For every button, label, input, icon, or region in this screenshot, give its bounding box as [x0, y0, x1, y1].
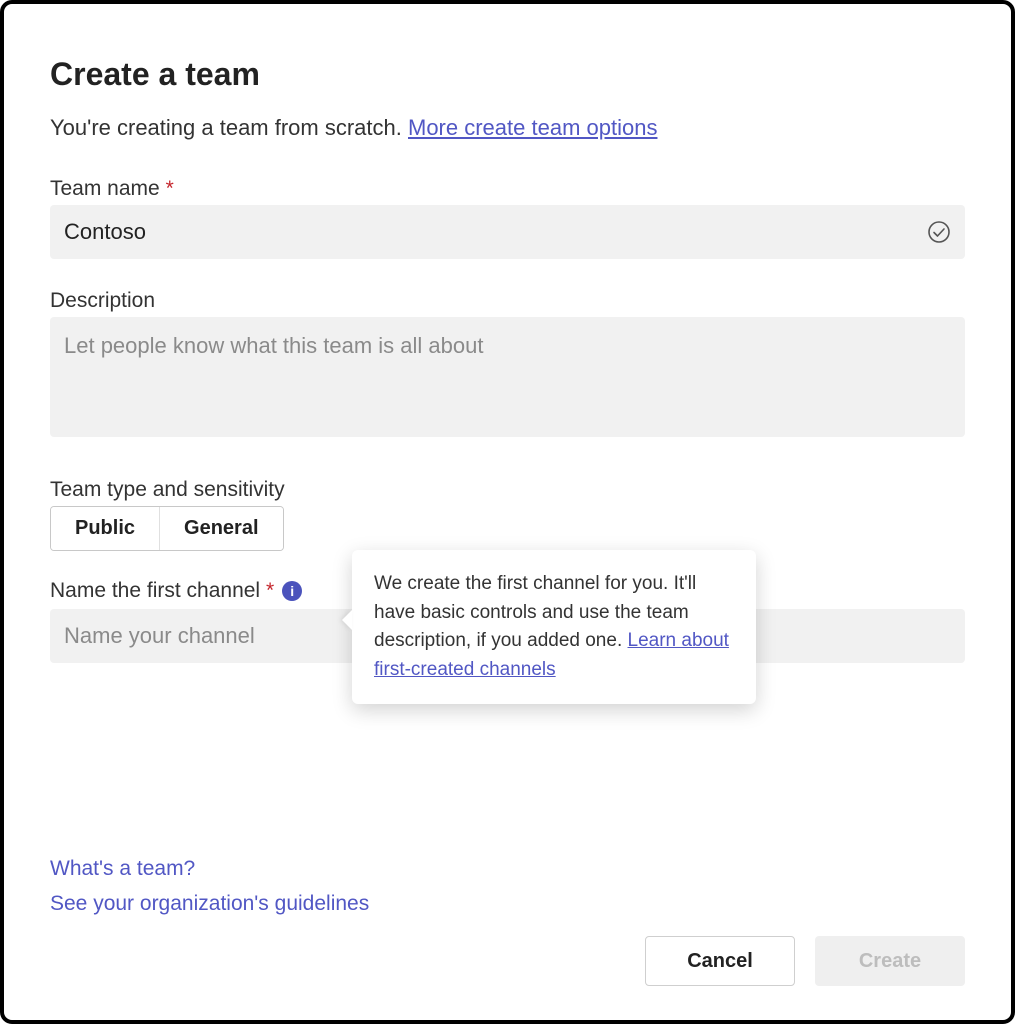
first-channel-label-text: Name the first channel	[50, 579, 260, 602]
info-icon[interactable]: i	[282, 581, 302, 601]
team-name-input[interactable]	[50, 205, 965, 259]
required-marker: *	[266, 579, 274, 602]
footer-links: What's a team? See your organization's g…	[50, 851, 369, 922]
description-input[interactable]	[50, 317, 965, 437]
description-field-wrap	[50, 317, 965, 442]
type-sensitivity-segmented: Public General	[50, 506, 284, 551]
org-guidelines-link[interactable]: See your organization's guidelines	[50, 886, 369, 922]
dialog-button-row: Cancel Create	[645, 936, 965, 986]
create-team-dialog: Create a team You're creating a team fro…	[0, 0, 1015, 1024]
first-channel-label: Name the first channel *	[50, 579, 274, 603]
type-sensitivity-group: Team type and sensitivity Public General	[50, 478, 965, 551]
sensitivity-button[interactable]: General	[160, 507, 282, 550]
required-marker: *	[166, 177, 174, 200]
first-channel-tooltip: We create the first channel for you. It'…	[352, 550, 756, 704]
team-type-button[interactable]: Public	[51, 507, 159, 550]
type-sensitivity-label: Team type and sensitivity	[50, 478, 965, 502]
dialog-title: Create a team	[50, 56, 965, 93]
dialog-subtitle: You're creating a team from scratch. Mor…	[50, 115, 965, 141]
team-name-field-wrap	[50, 205, 965, 259]
subtitle-text: You're creating a team from scratch.	[50, 115, 408, 140]
whats-a-team-link[interactable]: What's a team?	[50, 851, 369, 887]
create-button[interactable]: Create	[815, 936, 965, 986]
team-name-label: Team name *	[50, 177, 965, 201]
cancel-button[interactable]: Cancel	[645, 936, 795, 986]
more-create-options-link[interactable]: More create team options	[408, 115, 657, 140]
checkmark-circle-icon	[927, 220, 951, 244]
team-name-label-text: Team name	[50, 177, 160, 200]
description-label: Description	[50, 289, 965, 313]
